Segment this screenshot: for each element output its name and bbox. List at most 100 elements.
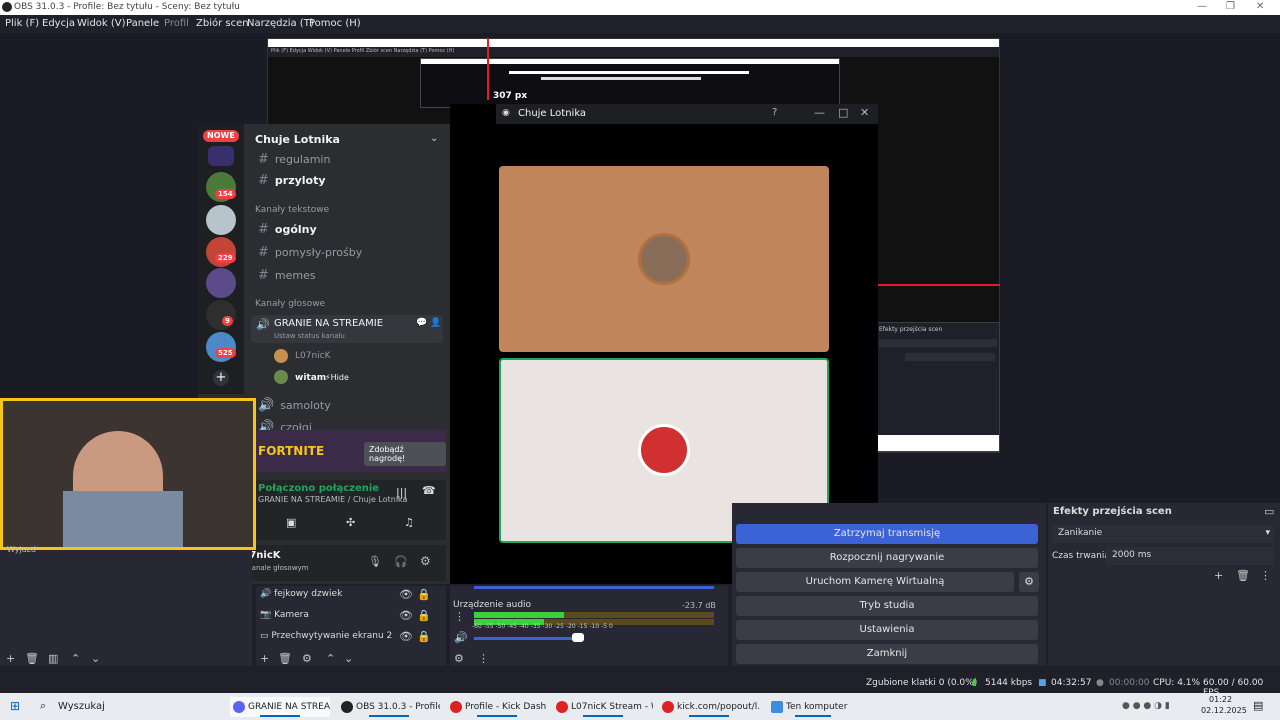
undock-icon[interactable]: ▭ <box>1264 505 1274 518</box>
transition-select[interactable]: Zanikanie ▾ <box>1052 525 1274 543</box>
category-voice[interactable]: Kanały głosowe <box>255 299 325 309</box>
help-icon[interactable]: ? <box>772 107 777 118</box>
close-icon[interactable]: ✕ <box>860 106 869 119</box>
studio-mode-button[interactable]: Tryb studia <box>736 596 1038 616</box>
voice-member[interactable]: witam <box>295 373 326 383</box>
eye-icon[interactable]: 👁 <box>399 588 413 601</box>
server-icon-active[interactable] <box>206 205 236 235</box>
waveform-icon[interactable]: ||| <box>396 486 407 499</box>
taskbar-discord[interactable]: GRANIE NA STREA... <box>230 697 330 717</box>
channel-pomysly[interactable]: # pomysły-prośby <box>258 245 362 260</box>
scene-item[interactable]: Wyjazd <box>7 545 36 554</box>
close-icon[interactable]: ✕ <box>1256 1 1264 12</box>
restore-icon[interactable]: ❐ <box>1226 1 1235 12</box>
virtual-camera-button[interactable]: Uruchom Kamerę Wirtualną <box>736 572 1014 592</box>
filter-icon[interactable]: ▥ <box>48 652 58 665</box>
source-item[interactable]: 🔊 fejkowy dzwiek <box>260 589 342 599</box>
tray-icons[interactable]: ● ● ● ◑ ▮ <box>1122 701 1170 711</box>
headphones-icon[interactable]: 🎧 <box>394 555 408 568</box>
chat-icon[interactable]: 💬 <box>416 318 427 328</box>
taskbar-opera-1[interactable]: Profile - Kick Dashb... <box>447 697 547 717</box>
voice-channel-name[interactable]: GRANIE NA STREAMIE <box>274 318 383 329</box>
gear-icon[interactable]: ⚙ <box>454 652 464 665</box>
eye-icon[interactable]: 👁 <box>399 630 413 643</box>
server-name[interactable]: Chuje Lotnika <box>255 133 340 146</box>
speaker-icon[interactable]: 🔊 <box>454 631 468 644</box>
taskbar-explorer[interactable]: Ten komputer <box>768 697 858 717</box>
connection-channel[interactable]: GRANIE NA STREAMIE / Chuje Lotnika <box>258 495 407 504</box>
menu-profile[interactable]: Profil <box>164 18 189 29</box>
category-text[interactable]: Kanały tekstowe <box>255 205 329 215</box>
server-icon[interactable] <box>208 146 234 166</box>
add-server-icon[interactable]: + <box>213 370 229 386</box>
taskbar-opera-3[interactable]: kick.com/popout/l... <box>659 697 759 717</box>
disconnect-icon[interactable]: ☎ <box>422 484 436 497</box>
channel-samoloty[interactable]: 🔊 samoloty <box>258 398 331 413</box>
channel-regulamin[interactable]: # regulamin <box>258 152 330 167</box>
stop-stream-button[interactable]: Zatrzymaj transmisję <box>736 524 1038 544</box>
menu-tools[interactable]: Narzędzia (T) <box>247 18 314 29</box>
taskbar-search[interactable]: Wyszukaj <box>58 701 105 712</box>
gear-icon[interactable]: ⚙ <box>302 652 312 665</box>
volume-slider[interactable] <box>474 637 584 640</box>
microphone-icon[interactable]: 🎙 <box>368 555 382 568</box>
add-icon[interactable]: + <box>260 652 269 665</box>
exit-button[interactable]: Zamknij <box>736 644 1038 664</box>
voice-status[interactable]: Ustaw status kanału <box>274 332 345 340</box>
menu-scene-collection[interactable]: Zbiór scen <box>196 18 249 29</box>
server-icon[interactable] <box>206 300 236 330</box>
add-icon[interactable]: + <box>1214 569 1223 582</box>
menu-view[interactable]: Widok (V) <box>77 18 126 29</box>
channel-memes[interactable]: # memes <box>258 268 316 283</box>
clock-time[interactable]: 01:22 <box>1209 695 1232 704</box>
volume-slider-handle[interactable] <box>572 633 584 642</box>
minimize-icon[interactable]: — <box>1197 1 1207 12</box>
add-icon[interactable]: + <box>6 652 15 665</box>
kebab-menu-icon[interactable]: ⋮ <box>1260 569 1271 582</box>
notifications-icon[interactable]: ▤ <box>1253 699 1263 712</box>
search-icon[interactable]: ⌕ <box>40 699 46 713</box>
taskbar-obs[interactable]: OBS 31.0.3 - Profile:... <box>338 697 440 717</box>
promo-banner[interactable]: FORTNITE Zdobądź nagrodę! <box>256 430 446 472</box>
settings-button[interactable]: Ustawienia <box>736 620 1038 640</box>
menu-edit[interactable]: Edycja <box>42 18 75 29</box>
channel-przyloty[interactable]: # przyloty <box>258 173 326 188</box>
menu-help[interactable]: Pomoc (H) <box>309 18 361 29</box>
trash-icon[interactable]: 🗑 <box>1236 569 1250 582</box>
taskbar-opera-2[interactable]: L07nicK Stream - W... <box>553 697 653 717</box>
kebab-menu-icon[interactable]: ⋮ <box>454 610 465 623</box>
trash-icon[interactable]: 🗑 <box>25 652 39 665</box>
lock-icon[interactable]: 🔒 <box>417 630 431 643</box>
menu-docks[interactable]: Panele <box>126 18 159 29</box>
voice-member[interactable]: L07nicK <box>295 351 331 361</box>
channel-ogolny[interactable]: # ogólny <box>258 222 317 237</box>
invite-icon[interactable]: 👤 <box>430 318 441 328</box>
source-item[interactable]: 📷 Kamera <box>260 610 309 620</box>
claim-reward-button[interactable]: Zdobądź nagrodę! <box>364 442 446 466</box>
start-recording-button[interactable]: Rozpocznij nagrywanie <box>736 548 1038 568</box>
lock-icon[interactable]: 🔒 <box>417 588 431 601</box>
source-item[interactable]: ▭ Przechwytywanie ekranu 2 <box>260 631 392 641</box>
server-icon[interactable] <box>206 268 236 298</box>
gear-icon[interactable]: ⚙ <box>1019 572 1039 592</box>
duration-input[interactable]: 2000 ms <box>1106 547 1274 565</box>
move-down-icon[interactable]: ⌄ <box>344 652 353 665</box>
move-down-icon[interactable]: ⌄ <box>91 652 100 665</box>
lock-icon[interactable]: 🔒 <box>417 609 431 622</box>
soundboard-icon[interactable]: ♫ <box>404 516 414 529</box>
maximize-icon[interactable]: □ <box>838 106 848 119</box>
menu-file[interactable]: Plik (F) <box>5 18 39 29</box>
trash-icon[interactable]: 🗑 <box>278 652 292 665</box>
gear-icon[interactable]: ⚙ <box>420 554 431 568</box>
participant-tile[interactable] <box>499 166 829 352</box>
activities-icon[interactable]: ✣ <box>346 516 355 529</box>
kebab-menu-icon[interactable]: ⋮ <box>478 652 489 665</box>
screen-share-icon[interactable]: ▣ <box>286 516 296 529</box>
move-up-icon[interactable]: ⌃ <box>326 652 335 665</box>
minimize-icon[interactable]: — <box>814 106 825 119</box>
move-up-icon[interactable]: ⌃ <box>71 652 80 665</box>
clock-date[interactable]: 02.12.2025 <box>1201 706 1247 715</box>
eye-icon[interactable]: 👁 <box>399 609 413 622</box>
chevron-down-icon[interactable]: ⌄ <box>430 133 438 144</box>
windows-start-icon[interactable]: ⊞ <box>10 699 20 713</box>
